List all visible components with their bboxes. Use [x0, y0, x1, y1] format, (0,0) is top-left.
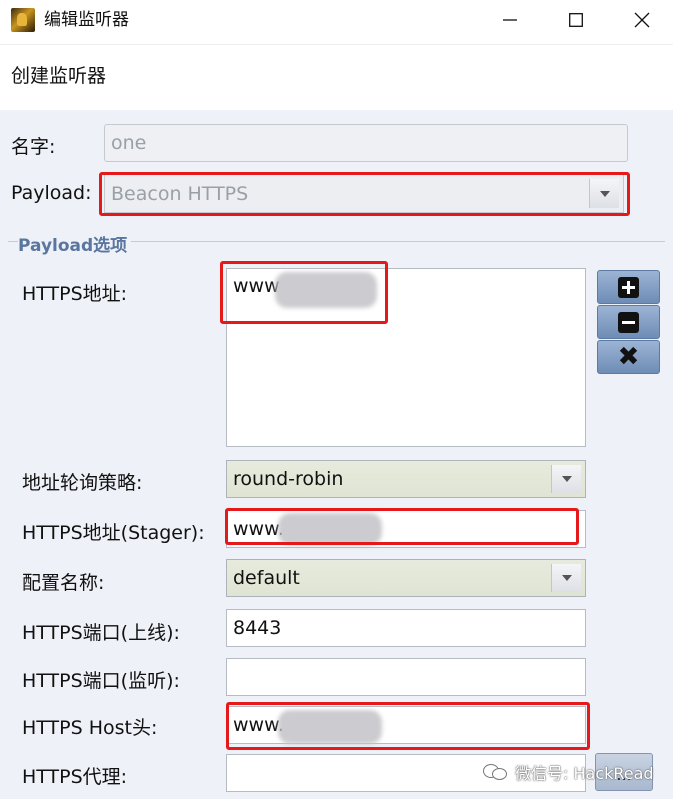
dialog-header: 创建监听器 — [0, 44, 673, 110]
watermark: 微信号: HackRead — [483, 760, 654, 784]
maximize-button[interactable] — [553, 4, 599, 36]
port-bind-field[interactable] — [226, 658, 586, 696]
rotate-strategy-label: 地址轮询策略: — [22, 472, 143, 494]
chevron-down-icon[interactable] — [551, 465, 581, 493]
chevron-down-icon[interactable] — [551, 564, 581, 592]
add-host-button[interactable] — [597, 270, 660, 304]
section-title: Payload选项 — [18, 231, 132, 256]
payload-label: Payload: — [11, 182, 92, 204]
close-button[interactable] — [619, 4, 665, 36]
name-field[interactable]: one — [104, 124, 628, 162]
minus-icon — [618, 311, 639, 333]
app-icon — [11, 8, 35, 32]
https-hosts-label: HTTPS地址: — [22, 283, 128, 305]
window-title: 编辑监听器 — [44, 10, 129, 30]
remove-host-button[interactable] — [597, 305, 660, 339]
profile-value: default — [233, 567, 300, 589]
minimize-button[interactable] — [487, 4, 533, 36]
port-c2-field[interactable]: 8443 — [226, 609, 586, 647]
minimize-icon — [503, 19, 517, 21]
redacted-blur — [278, 710, 382, 744]
redacted-blur — [275, 272, 377, 308]
stager-label: HTTPS地址(Stager): — [22, 522, 205, 544]
watermark-text: 微信号: HackRead — [515, 764, 654, 783]
rotate-strategy-value: round-robin — [233, 468, 344, 490]
port-c2-label: HTTPS端口(上线): — [22, 622, 180, 644]
form-panel: 名字: one Payload: Beacon HTTPS Payload选项 … — [0, 110, 673, 799]
host-header-label: HTTPS Host头: — [22, 717, 158, 739]
title-bar: 编辑监听器 — [0, 0, 673, 44]
chevron-down-icon[interactable] — [589, 179, 619, 208]
maximize-icon — [569, 13, 583, 27]
close-icon — [634, 12, 650, 28]
profile-select[interactable]: default — [226, 559, 586, 597]
clear-hosts-button[interactable]: ✖ — [597, 340, 660, 374]
payload-select[interactable]: Beacon HTTPS — [104, 174, 624, 213]
x-icon: ✖ — [617, 342, 640, 372]
rotate-strategy-select[interactable]: round-robin — [226, 460, 586, 498]
port-bind-label: HTTPS端口(监听): — [22, 670, 180, 692]
plus-icon — [618, 276, 639, 298]
profile-label: 配置名称: — [22, 572, 105, 594]
proxy-label: HTTPS代理: — [22, 766, 128, 788]
wechat-icon — [483, 762, 509, 782]
redacted-blur — [278, 513, 382, 545]
payload-value: Beacon HTTPS — [111, 182, 249, 205]
name-label: 名字: — [11, 136, 56, 158]
header-text: 创建监听器 — [11, 65, 107, 87]
